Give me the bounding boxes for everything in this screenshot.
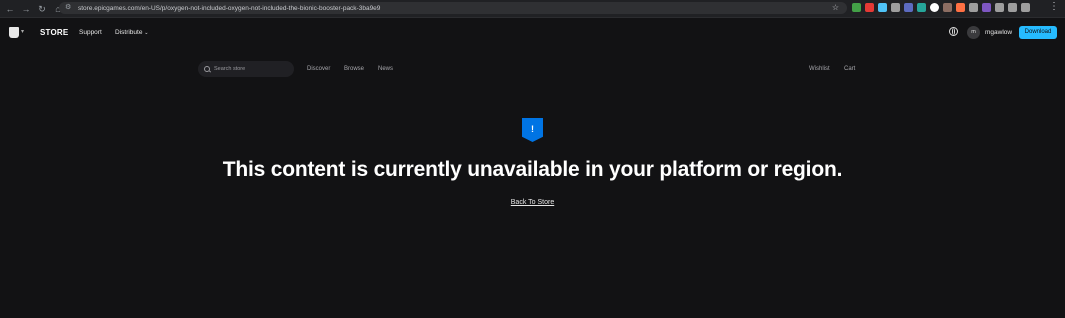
news-link[interactable]: News [378,66,393,72]
epic-games-logo[interactable] [9,27,19,38]
distribute-label: Distribute [115,29,143,36]
extension-icon[interactable] [969,3,978,12]
extension-icon[interactable] [1008,3,1017,12]
url-text[interactable]: store.epicgames.com/en-US/p/oxygen-not-i… [78,5,380,12]
username[interactable]: mgawlow [985,29,1012,36]
extension-icon[interactable] [878,3,887,12]
chevron-down-icon: ⌄ [144,30,149,36]
search-box[interactable] [198,61,294,77]
site-header: ▾ STORE Support Distribute ⌄ m mgawlow D… [0,18,1065,48]
browse-link[interactable]: Browse [344,66,364,72]
extensions-bar [852,3,1030,12]
store-label[interactable]: STORE [40,28,68,37]
extension-icon[interactable] [865,3,874,12]
back-icon[interactable]: ← [4,3,16,15]
unavailable-headline: This content is currently unavailable in… [222,158,843,181]
support-link[interactable]: Support [79,29,102,36]
extension-icon[interactable] [1021,3,1030,12]
extension-icon[interactable] [995,3,1004,12]
extension-icon[interactable] [956,3,965,12]
address-bar[interactable]: ⚙ store.epicgames.com/en-US/p/oxygen-not… [59,2,847,14]
search-icon [204,66,210,72]
extension-icon[interactable] [943,3,952,12]
browser-toolbar: ← → ↻ ⌂ ⚙ store.epicgames.com/en-US/p/ox… [0,0,1065,18]
wishlist-link[interactable]: Wishlist [809,66,830,72]
avatar[interactable]: m [967,26,980,39]
extension-icon[interactable] [982,3,991,12]
distribute-link[interactable]: Distribute ⌄ [115,29,148,36]
search-input[interactable] [214,64,288,74]
extension-icon[interactable] [904,3,913,12]
site-info-icon[interactable]: ⚙ [65,4,73,12]
extension-icon[interactable] [891,3,900,12]
reload-icon[interactable]: ↻ [36,3,48,15]
discover-link[interactable]: Discover [307,66,330,72]
warning-badge-icon: ! [522,118,543,142]
globe-icon[interactable] [949,27,958,36]
back-to-store-link[interactable]: Back To Store [0,199,1065,206]
cart-link[interactable]: Cart [844,66,855,72]
extension-icon[interactable] [917,3,926,12]
download-button[interactable]: Download [1019,26,1057,39]
bookmark-star-icon[interactable]: ☆ [832,3,839,12]
forward-icon[interactable]: → [20,3,32,15]
chevron-down-icon[interactable]: ▾ [21,28,24,35]
browser-menu-icon[interactable]: ⋮ [1049,1,1059,12]
extension-icon[interactable] [930,3,939,12]
extension-icon[interactable] [852,3,861,12]
